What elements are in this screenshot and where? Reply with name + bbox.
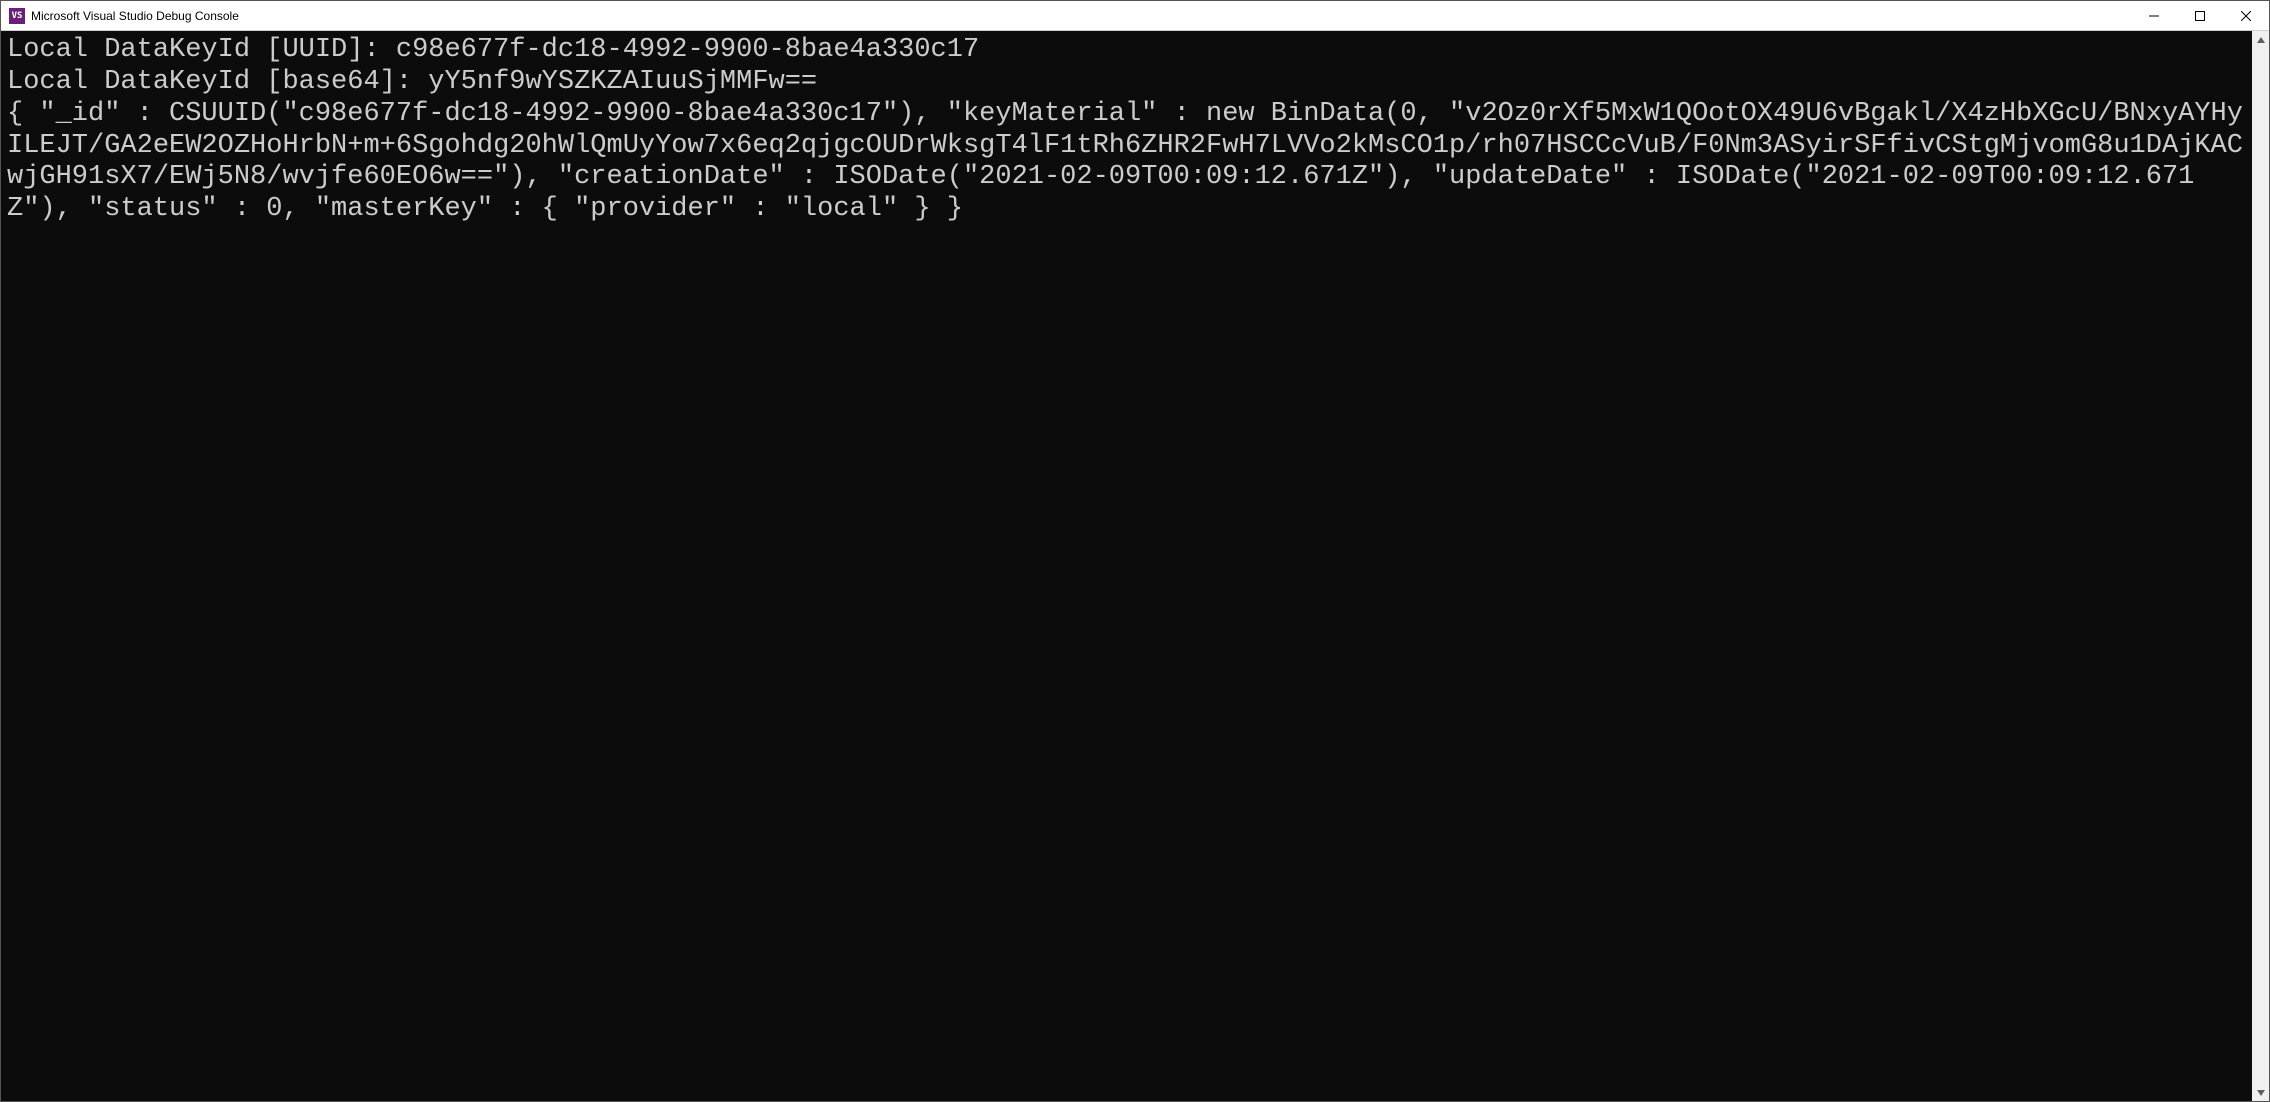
minimize-icon (2149, 11, 2159, 21)
minimize-button[interactable] (2131, 1, 2177, 30)
console-area: Local DataKeyId [UUID]: c98e677f-dc18-49… (1, 31, 2269, 1101)
app-window: VS Microsoft Visual Studio Debug Console (0, 0, 2270, 1102)
scroll-down-button[interactable] (2252, 1084, 2269, 1101)
close-button[interactable] (2223, 1, 2269, 30)
app-icon: VS (9, 8, 25, 24)
window-controls (2131, 1, 2269, 30)
maximize-icon (2195, 11, 2205, 21)
console-output[interactable]: Local DataKeyId [UUID]: c98e677f-dc18-49… (1, 31, 2252, 1101)
close-icon (2241, 11, 2251, 21)
vertical-scrollbar[interactable] (2252, 31, 2269, 1101)
maximize-button[interactable] (2177, 1, 2223, 30)
chevron-down-icon (2257, 1090, 2265, 1096)
chevron-up-icon (2257, 37, 2265, 43)
titlebar[interactable]: VS Microsoft Visual Studio Debug Console (1, 1, 2269, 31)
window-title: Microsoft Visual Studio Debug Console (31, 9, 239, 23)
scroll-up-button[interactable] (2252, 31, 2269, 48)
scroll-track[interactable] (2252, 48, 2269, 1084)
